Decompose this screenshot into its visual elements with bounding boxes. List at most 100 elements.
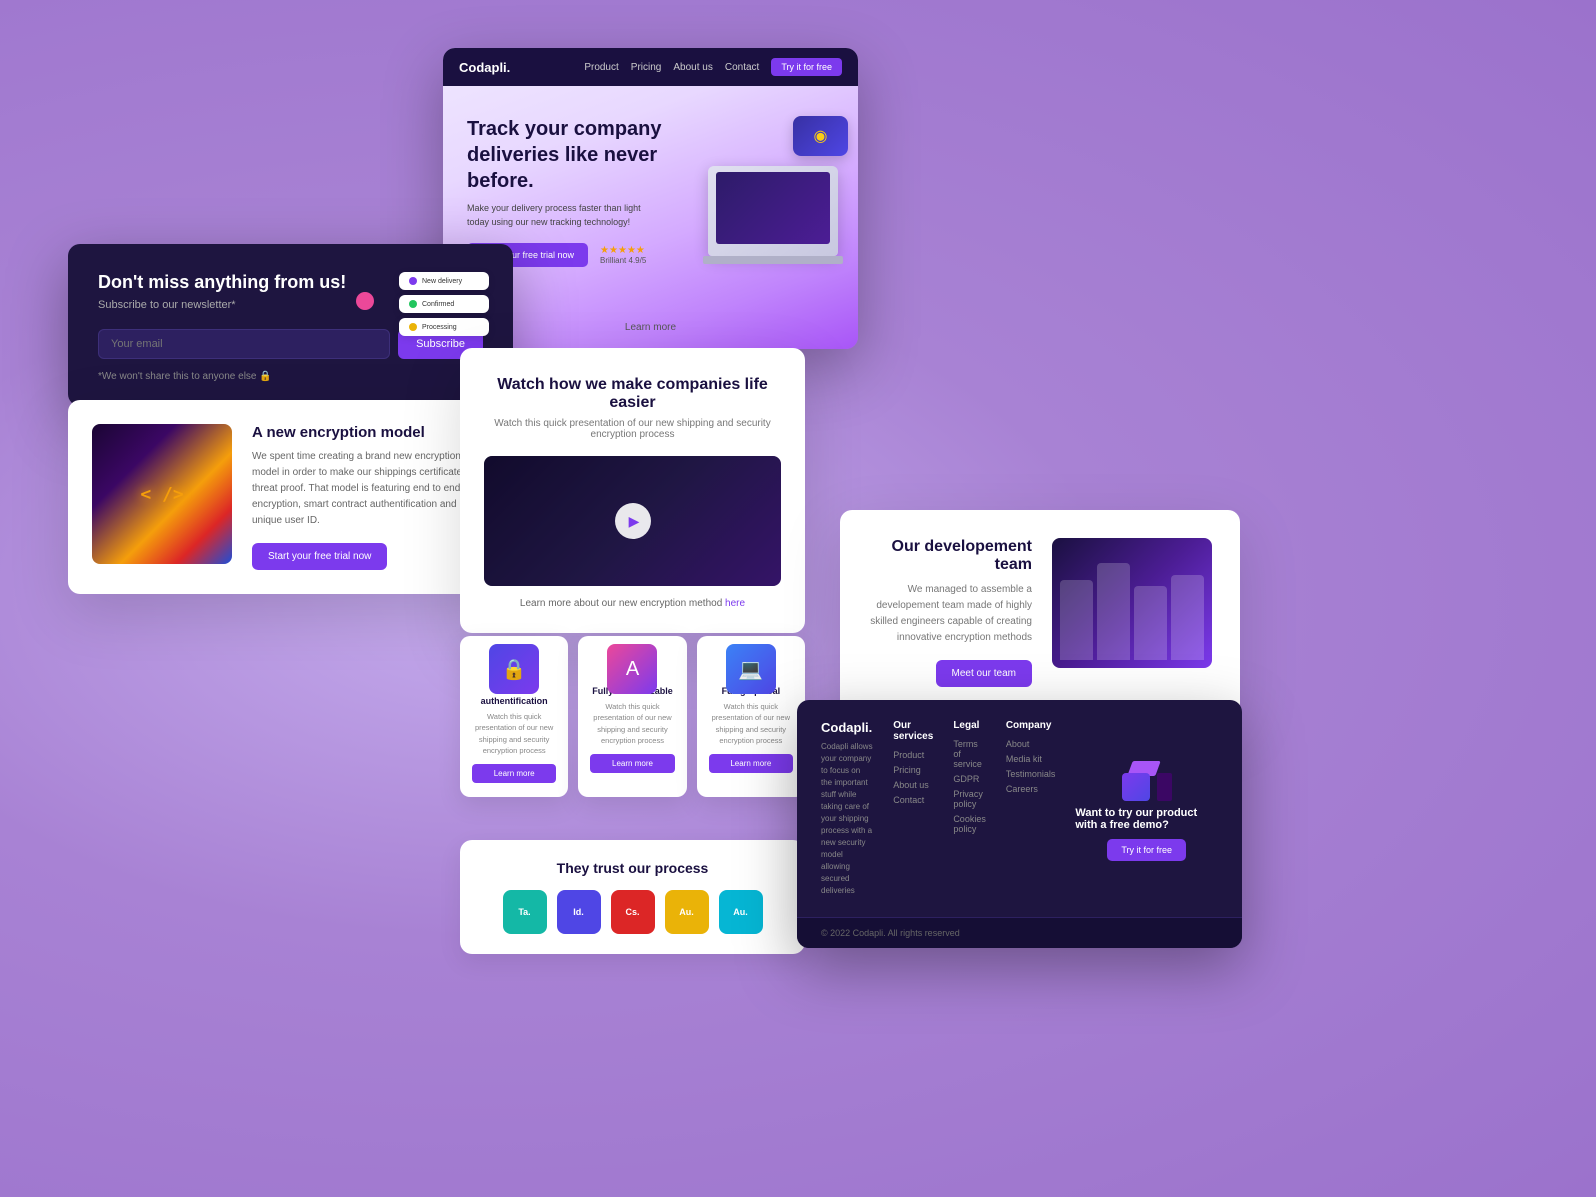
person-1 xyxy=(1060,580,1093,660)
nav-pricing: Pricing xyxy=(631,62,662,73)
play-button[interactable] xyxy=(615,503,651,539)
video-title: Watch how we make companies life easier xyxy=(484,376,781,412)
notif-card-3: Processing xyxy=(399,318,489,336)
footer-link-careers[interactable]: Careers xyxy=(1006,784,1056,794)
hero-rating: ★★★★★ Brilliant 4.9/5 xyxy=(600,245,646,265)
trust-logo-au1: Au. xyxy=(665,890,709,934)
footer-link-product[interactable]: Product xyxy=(893,750,933,760)
footer-col-services: Our services Product Pricing About us Co… xyxy=(893,720,933,897)
encryption-content: A new encryption model We spent time cre… xyxy=(252,424,489,570)
footer-link-about[interactable]: About us xyxy=(893,780,933,790)
footer-top: Codapli. Codapli allows your company to … xyxy=(797,700,1242,917)
team-text: We managed to assemble a developement te… xyxy=(868,582,1032,646)
feature-icon-auth: 🔒 xyxy=(489,644,539,694)
footer-copyright: © 2022 Codapli. All rights reserved xyxy=(821,928,960,938)
feature-text-auth: Watch this quick presentation of our new… xyxy=(472,711,556,756)
nav-product: Product xyxy=(584,62,618,73)
hero-rating-text: Brilliant 4.9/5 xyxy=(600,256,646,265)
video-card: Watch how we make companies life easier … xyxy=(460,348,805,633)
team-title: Our developement team xyxy=(868,538,1032,574)
floating-card xyxy=(793,116,848,156)
footer-col-services-title: Our services xyxy=(893,720,933,742)
notif-pink-dot xyxy=(356,292,374,310)
hero-subtitle: Make your delivery process faster than l… xyxy=(467,202,657,229)
trust-section: They trust our process Ta. Id. Cs. Au. A… xyxy=(460,840,805,954)
footer-link-gdpr[interactable]: GDPR xyxy=(953,774,986,784)
newsletter-email-input[interactable] xyxy=(98,329,390,359)
video-overlay xyxy=(484,456,781,586)
video-caption-link[interactable]: here xyxy=(725,598,745,609)
footer-link-cookies[interactable]: Cookies policy xyxy=(953,814,986,834)
encryption-cta-button[interactable]: Start your free trial now xyxy=(252,543,387,570)
footer-link-privacy[interactable]: Privacy policy xyxy=(953,789,986,809)
laptop-base xyxy=(703,256,843,264)
feature-card-graphical: 💻 Full graphical Watch this quick presen… xyxy=(697,636,805,797)
encryption-image xyxy=(92,424,232,564)
footer-bottom: © 2022 Codapli. All rights reserved xyxy=(797,918,1242,948)
box-side xyxy=(1157,773,1172,801)
person-3 xyxy=(1134,586,1167,660)
person-2 xyxy=(1097,563,1130,660)
footer-3d-illustration xyxy=(1122,756,1172,801)
footer-col-legal: Legal Terms of service GDPR Privacy poli… xyxy=(953,720,986,897)
team-content: Our developement team We managed to asse… xyxy=(868,538,1032,687)
trust-logo-au2: Au. xyxy=(719,890,763,934)
feature-icon-custom: A xyxy=(607,644,657,694)
team-people xyxy=(1052,538,1212,668)
trust-logo-id: Id. xyxy=(557,890,601,934)
encryption-title: A new encryption model xyxy=(252,424,489,441)
footer-link-tos[interactable]: Terms of service xyxy=(953,739,986,769)
notif-text-1: New delivery xyxy=(422,278,462,285)
footer-col-company-title: Company xyxy=(1006,720,1056,731)
feature-card-custom: A Fully customizable Watch this quick pr… xyxy=(578,636,686,797)
notif-text-2: Confirmed xyxy=(422,301,454,308)
footer-link-media[interactable]: Media kit xyxy=(1006,754,1056,764)
footer-brand-text: Codapli allows your company to focus on … xyxy=(821,741,873,897)
video-player[interactable] xyxy=(484,456,781,586)
feature-text-graphical: Watch this quick presentation of our new… xyxy=(709,701,793,746)
footer-link-contact[interactable]: Contact xyxy=(893,795,933,805)
hero-illustration xyxy=(678,106,848,256)
team-image xyxy=(1052,538,1212,668)
team-card: Our developement team We managed to asse… xyxy=(840,510,1240,715)
footer-cta-text: Want to try our product with a free demo… xyxy=(1075,807,1218,831)
hero-title: Track your company deliveries like never… xyxy=(467,116,667,194)
feature-btn-graphical[interactable]: Learn more xyxy=(709,754,793,773)
hero-nav-cta-button[interactable]: Try it for free xyxy=(771,58,842,76)
feature-text-custom: Watch this quick presentation of our new… xyxy=(590,701,674,746)
footer-col-legal-title: Legal xyxy=(953,720,986,731)
footer-cta-button[interactable]: Try it for free xyxy=(1107,839,1186,861)
footer-link-testimonials[interactable]: Testimonials xyxy=(1006,769,1056,779)
footer-cols: Our services Product Pricing About us Co… xyxy=(893,720,1055,897)
feature-btn-custom[interactable]: Learn more xyxy=(590,754,674,773)
trust-logo-cs: Cs. xyxy=(611,890,655,934)
trust-title: They trust our process xyxy=(484,860,781,876)
nav-about: About us xyxy=(673,62,712,73)
hero-nav-logo: Codapli. xyxy=(459,60,510,75)
newsletter-card: New delivery Confirmed Processing Don't … xyxy=(68,244,513,406)
trust-logo-ta: Ta. xyxy=(503,890,547,934)
footer-cta-box: Want to try our product with a free demo… xyxy=(1075,720,1218,897)
notif-dot-yellow xyxy=(409,323,417,331)
feature-card-auth: 🔒 Secure authentification Watch this qui… xyxy=(460,636,568,797)
feature-btn-auth[interactable]: Learn more xyxy=(472,764,556,783)
footer-link-pricing[interactable]: Pricing xyxy=(893,765,933,775)
footer-col-company: Company About Media kit Testimonials Car… xyxy=(1006,720,1056,897)
feature-icon-graphical: 💻 xyxy=(726,644,776,694)
newsletter-disclaimer: *We won't share this to anyone else 🔒 xyxy=(98,371,483,382)
footer-brand: Codapli. Codapli allows your company to … xyxy=(821,720,873,897)
notif-card-2: Confirmed xyxy=(399,295,489,313)
nav-contact: Contact xyxy=(725,62,759,73)
laptop-screen xyxy=(716,172,830,244)
hero-nav: Codapli. Product Pricing About us Contac… xyxy=(443,48,858,86)
box-front xyxy=(1122,773,1150,801)
video-caption: Learn more about our new encryption meth… xyxy=(484,598,781,609)
footer-brand-name: Codapli. xyxy=(821,720,873,735)
team-meet-button[interactable]: Meet our team xyxy=(936,660,1032,687)
notif-card-1: New delivery xyxy=(399,272,489,290)
notif-text-3: Processing xyxy=(422,324,457,331)
trust-logos: Ta. Id. Cs. Au. Au. xyxy=(484,890,781,934)
footer-card: Codapli. Codapli allows your company to … xyxy=(797,700,1242,948)
feature-cards-row: 🔒 Secure authentification Watch this qui… xyxy=(460,636,805,797)
footer-link-about-company[interactable]: About xyxy=(1006,739,1056,749)
